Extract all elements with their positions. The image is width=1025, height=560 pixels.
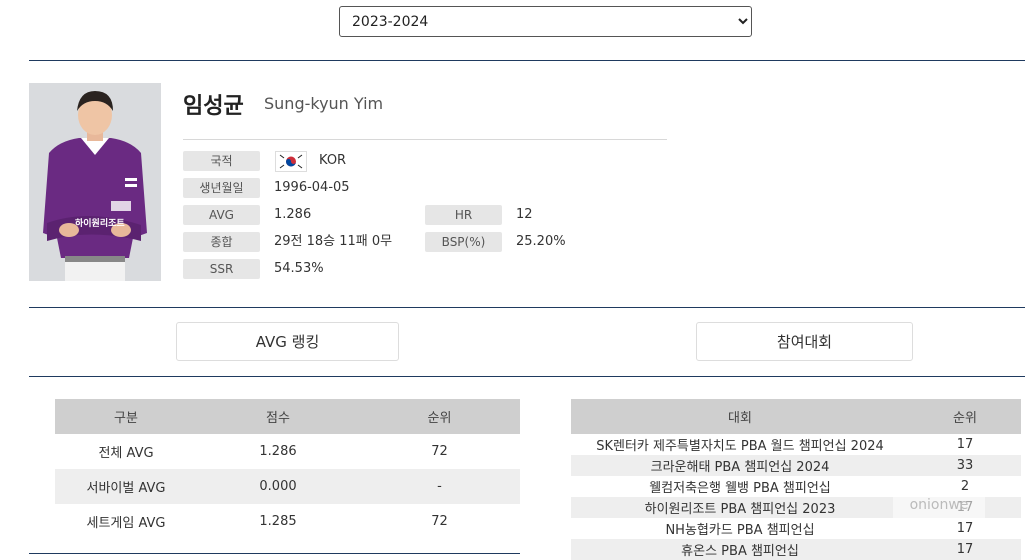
- birth-value: 1996-04-05: [274, 180, 350, 195]
- table-header-row: 대회 순위: [571, 399, 1021, 434]
- record-value: 29전 18승 11패 0무: [274, 234, 393, 249]
- avg-ranking-table: 구분 점수 순위 전체 AVG 1.286 72 서바이벌 AVG 0.000 …: [55, 399, 520, 539]
- table-row: 크라운해태 PBA 챔피언십 2024 33: [571, 455, 1021, 476]
- nationality-value: KOR: [319, 153, 347, 168]
- cell-tournament: 하이원리조트 PBA 챔피언십 2023: [571, 497, 909, 518]
- tournaments-table: 대회 순위 SK렌터카 제주특별자치도 PBA 월드 챔피언십 2024 17 …: [571, 399, 1021, 560]
- buttons-divider: [29, 376, 1025, 377]
- cell-rank: 17: [956, 437, 974, 452]
- bsp-label: BSP(%): [425, 232, 502, 252]
- cell-rank: 17: [909, 539, 1021, 560]
- bsp-value: 25.20%: [516, 234, 566, 249]
- birth-label: 생년월일: [183, 178, 260, 198]
- avg-ranking-button[interactable]: AVG 랭킹: [176, 322, 399, 361]
- header-rank: 순위: [909, 399, 1021, 434]
- tournaments-button[interactable]: 참여대회: [696, 322, 913, 361]
- jersey-text: 하이원리조트: [75, 219, 125, 229]
- cell-category: 전체 AVG: [98, 446, 154, 461]
- table-row: 서바이벌 AVG 0.000 -: [55, 469, 520, 504]
- header-tournament: 대회: [571, 399, 909, 434]
- table-row: 전체 AVG 1.286 72: [55, 434, 520, 469]
- cell-score: 0.000: [197, 469, 359, 504]
- ssr-label: SSR: [183, 259, 260, 279]
- table-row: SK렌터카 제주특별자치도 PBA 월드 챔피언십 2024 17: [571, 434, 1021, 455]
- cell-score: 1.286: [259, 444, 297, 459]
- player-photo-illustration: [29, 83, 161, 281]
- header-score: 점수: [197, 399, 359, 434]
- watermark: onionwe: [893, 491, 985, 519]
- cell-category: 세트게임 AVG: [86, 516, 166, 531]
- profile-divider: [29, 307, 1025, 308]
- top-divider: [29, 60, 1025, 61]
- korea-flag-icon: [275, 151, 307, 172]
- cell-rank: 72: [431, 444, 448, 459]
- header-rank: 순위: [359, 399, 520, 434]
- cell-rank: 72: [431, 514, 448, 529]
- bottom-divider: [29, 553, 520, 554]
- cell-rank: 33: [909, 455, 1021, 476]
- player-photo: 하이원리조트: [29, 83, 161, 281]
- cell-tournament: SK렌터카 제주특별자치도 PBA 월드 챔피언십 2024: [596, 439, 884, 454]
- cell-tournament: 웰컴저축은행 웰뱅 PBA 챔피언십: [649, 481, 831, 496]
- ssr-value: 54.53%: [274, 261, 324, 276]
- table-header-row: 구분 점수 순위: [55, 399, 520, 434]
- cell-tournament: 휴온스 PBA 챔피언십: [571, 539, 909, 560]
- cell-tournament: NH농협카드 PBA 챔피언십: [665, 523, 815, 538]
- nationality-label: 국적: [183, 151, 260, 171]
- avg-label: AVG: [183, 205, 260, 225]
- table-row: NH농협카드 PBA 챔피언십 17: [571, 518, 1021, 539]
- player-name-korean: 임성균: [183, 94, 244, 119]
- avg-value: 1.286: [274, 207, 312, 222]
- cell-tournament: 크라운해태 PBA 챔피언십 2024: [571, 455, 909, 476]
- player-name-english: Sung-kyun Yim: [264, 94, 384, 113]
- cell-score: 1.285: [259, 514, 297, 529]
- header-category: 구분: [55, 399, 197, 434]
- hr-label: HR: [425, 205, 502, 225]
- cell-rank: 17: [956, 521, 974, 536]
- name-divider: [183, 139, 667, 140]
- table-row: 휴온스 PBA 챔피언십 17: [571, 539, 1021, 560]
- record-label: 종합: [183, 232, 260, 252]
- table-row: 세트게임 AVG 1.285 72: [55, 504, 520, 539]
- season-select[interactable]: 2023-2024: [339, 6, 752, 37]
- cell-rank: -: [359, 469, 520, 504]
- cell-category: 서바이벌 AVG: [55, 469, 197, 504]
- hr-value: 12: [516, 207, 533, 222]
